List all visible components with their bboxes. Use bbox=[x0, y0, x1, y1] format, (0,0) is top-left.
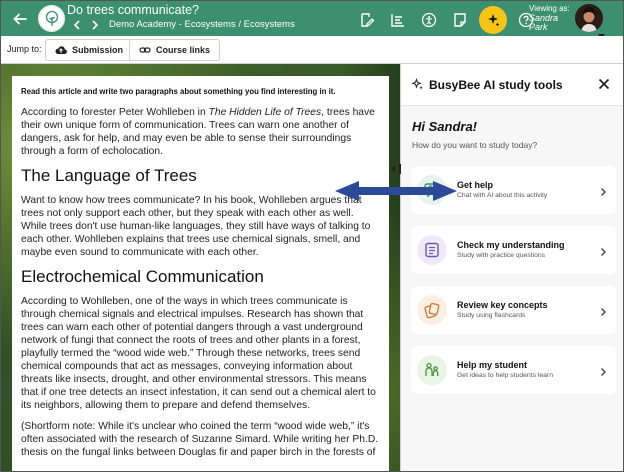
submission-label: Submission bbox=[72, 45, 124, 55]
language-paragraph: Want to know how trees communicate? In h… bbox=[21, 195, 371, 258]
cloud-upload-icon bbox=[55, 46, 67, 55]
card-title: Check my understanding bbox=[457, 240, 565, 250]
card-title: Help my student bbox=[457, 360, 528, 370]
review-concepts-card[interactable]: Review key concepts Study using flashcar… bbox=[411, 286, 616, 334]
card-subtitle: Study with practice questions bbox=[457, 252, 546, 259]
jump-bar: Jump to: Submission Course links bbox=[1, 36, 623, 64]
chevron-right-icon bbox=[600, 184, 607, 202]
intro-paragraph: According to forester Peter Wohlleben in… bbox=[21, 106, 379, 158]
chevron-right-icon bbox=[600, 364, 607, 382]
article-content: Read this article and write two paragrap… bbox=[12, 76, 389, 471]
ai-sparkle-button[interactable] bbox=[479, 6, 507, 34]
help-student-card[interactable]: Help my student Get ideas to help studen… bbox=[411, 346, 616, 394]
chevron-right-icon bbox=[600, 304, 607, 322]
intro-text-start: According to forester Peter Wohlleben in bbox=[21, 107, 209, 118]
shortform-note-paragraph: (Shortform note: While it's unclear who … bbox=[21, 421, 379, 458]
card-title: Review key concepts bbox=[457, 300, 548, 310]
viewing-as-label: Viewing as: Sandra Park bbox=[529, 4, 570, 33]
notes-icon[interactable] bbox=[448, 8, 472, 32]
greeting-subtext: How do you want to study today? bbox=[412, 140, 538, 150]
electrochemical-paragraph: According to Wohlleben, one of the ways … bbox=[21, 296, 376, 411]
sparkle-icon bbox=[411, 78, 424, 96]
ai-study-tools-panel: BusyBee AI study tools Hi Sandra! How do… bbox=[401, 64, 623, 471]
chevron-right-icon bbox=[600, 244, 607, 262]
link-icon bbox=[139, 47, 151, 53]
card-title: Get help bbox=[457, 180, 494, 190]
section-heading-language: The Language of Trees bbox=[21, 166, 197, 185]
outline-list-icon[interactable] bbox=[386, 8, 410, 32]
card-subtitle: Study using flashcards bbox=[457, 312, 526, 319]
tree-logo-icon[interactable] bbox=[38, 5, 65, 32]
greeting: Hi Sandra! bbox=[412, 119, 478, 134]
submission-button[interactable]: Submission bbox=[45, 39, 134, 61]
jump-to-label: Jump to: bbox=[7, 44, 42, 54]
activity-instruction: Read this article and write two paragrap… bbox=[21, 87, 336, 96]
accessibility-icon[interactable] bbox=[417, 8, 441, 32]
edit-icon[interactable] bbox=[355, 8, 379, 32]
course-links-button[interactable]: Course links bbox=[129, 39, 221, 61]
page-title: Do trees communicate? bbox=[67, 3, 200, 17]
panel-title: BusyBee AI study tools bbox=[429, 78, 563, 92]
section-heading-electrochemical: Electrochemical Communication bbox=[21, 267, 264, 286]
double-arrow-annotation-icon bbox=[335, 181, 457, 201]
close-icon[interactable] bbox=[597, 77, 611, 96]
breadcrumb[interactable]: Demo Academy - Ecosystems / Ecosystems bbox=[109, 19, 295, 30]
book-title: The Hidden Life of Trees bbox=[208, 107, 322, 118]
app-window: Do trees communicate? Demo Academy - Eco… bbox=[0, 0, 624, 472]
flashcards-icon bbox=[417, 295, 447, 325]
course-links-label: Course links bbox=[156, 45, 211, 55]
card-subtitle: Chat with AI about this activity bbox=[457, 192, 548, 199]
panel-header: BusyBee AI study tools bbox=[401, 64, 623, 106]
viewing-name-last: Park bbox=[529, 22, 548, 32]
checklist-icon bbox=[417, 235, 447, 265]
card-subtitle: Get ideas to help students learn bbox=[457, 372, 553, 379]
parent-student-icon bbox=[417, 355, 447, 385]
check-understanding-card[interactable]: Check my understanding Study with practi… bbox=[411, 226, 616, 274]
back-arrow-icon[interactable] bbox=[9, 8, 31, 30]
previous-activity-icon[interactable] bbox=[71, 19, 83, 31]
next-activity-icon[interactable] bbox=[89, 19, 101, 31]
top-header: Do trees communicate? Demo Academy - Eco… bbox=[1, 1, 623, 39]
